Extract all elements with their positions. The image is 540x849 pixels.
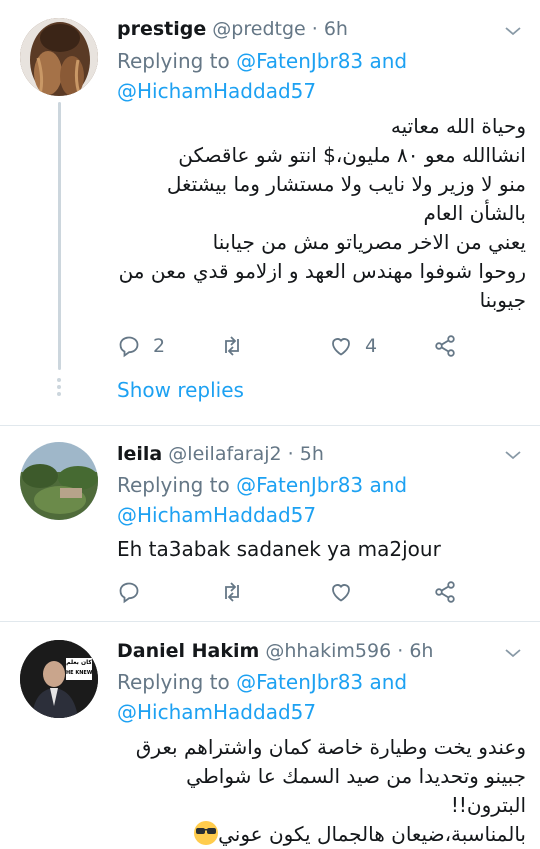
tweet-prestige[interactable]: prestige @predtge · 6h Replying to @Fate…	[0, 0, 540, 425]
share-icon	[435, 335, 455, 357]
like-count: 4	[365, 335, 378, 357]
chevron-down-icon[interactable]	[504, 22, 522, 40]
sunglasses-emoji-icon	[194, 821, 219, 845]
thread-line	[58, 102, 61, 370]
mention-link[interactable]: @FatenJbr83	[236, 670, 363, 694]
and-text: and	[363, 473, 408, 497]
tweet-body: وعندو يخت وطيارة خاصة كمان واشتراهم بعرق…	[117, 733, 526, 849]
separator-dot: ·	[311, 18, 318, 40]
tweet-line: يعني من الاخر مصرياتو مش من جيابنا	[212, 230, 526, 254]
replying-prefix: Replying to	[117, 670, 237, 694]
replying-to: Replying to @FatenJbr83 and @HichamHadda…	[117, 667, 527, 727]
tweet-line: بالمناسبة،ضيعان هالجمال يكون عوني	[117, 820, 526, 849]
avatar-caption-en: HE KNEW	[66, 670, 93, 676]
user-handle[interactable]: @leilafaraj2	[168, 443, 281, 465]
mention-link[interactable]: @HichamHaddad57	[117, 503, 316, 527]
retweet-button[interactable]	[220, 331, 244, 361]
retweet-button[interactable]	[220, 577, 244, 607]
display-name[interactable]: prestige	[117, 18, 206, 40]
tweet-leila[interactable]: leila @leilafaraj2 · 5h Replying to @Fat…	[0, 426, 540, 621]
mention-link[interactable]: @FatenJbr83	[236, 49, 363, 73]
retweet-icon	[225, 336, 239, 356]
user-handle[interactable]: @hhakim596	[265, 640, 391, 662]
tweet-line: وعندو يخت وطيارة خاصة كمان واشتراهم بعرق	[135, 735, 526, 759]
like-icon	[332, 584, 350, 602]
chevron-down-icon[interactable]	[504, 644, 522, 662]
tweet-actions: 2 4	[117, 331, 527, 361]
like-button[interactable]: 4	[329, 331, 377, 361]
display-name[interactable]: Daniel Hakim	[117, 640, 259, 662]
show-replies-link[interactable]: Show replies	[117, 378, 244, 402]
tweet-header: leila @leilafaraj2 · 5h	[117, 443, 324, 465]
thread-dots	[57, 378, 62, 399]
reply-icon	[119, 582, 139, 604]
timestamp[interactable]: 6h	[409, 640, 433, 662]
mention-link[interactable]: @HichamHaddad57	[117, 79, 316, 103]
reply-button[interactable]	[117, 577, 141, 607]
mention-link[interactable]: @HichamHaddad57	[117, 700, 316, 724]
tweet-body: وحياة الله معاتيه انشاالله معو ٨٠ مليون،…	[117, 112, 526, 315]
avatar-daniel-hakim[interactable]: كان بعلم HE KNEW	[20, 640, 98, 718]
mention-link[interactable]: @FatenJbr83	[236, 473, 363, 497]
separator-dot: ·	[287, 443, 294, 465]
display-name[interactable]: leila	[117, 443, 162, 465]
share-button[interactable]	[433, 577, 457, 607]
tweet-header: prestige @predtge · 6h	[117, 18, 348, 40]
tweet-line: روحوا شوفوا مهندس العهد و ازلامو قدي معن…	[118, 259, 526, 312]
and-text: and	[363, 670, 408, 694]
tweet-header: Daniel Hakim @hhakim596 · 6h	[117, 640, 433, 662]
user-handle[interactable]: @predtge	[212, 18, 305, 40]
tweet-daniel-hakim[interactable]: كان بعلم HE KNEW Daniel Hakim @hhakim596…	[0, 622, 540, 846]
and-text: and	[363, 49, 408, 73]
reply-button[interactable]: 2	[117, 331, 165, 361]
avatar-caption-ar: كان بعلم	[66, 659, 92, 666]
tweet-line: انشاالله معو ٨٠ مليون،$ انتو شو عاقصكن	[178, 143, 526, 167]
chevron-down-icon[interactable]	[504, 446, 522, 464]
tweet-line-text: بالمناسبة،ضيعان هالجمال يكون عوني	[218, 822, 526, 846]
like-button[interactable]	[329, 577, 353, 607]
avatar-image	[20, 640, 98, 718]
avatar-image	[20, 442, 98, 520]
share-icon	[435, 581, 455, 603]
like-icon	[332, 338, 350, 356]
timestamp[interactable]: 6h	[324, 18, 348, 40]
separator-dot: ·	[397, 640, 404, 662]
replying-to: Replying to @FatenJbr83 and @HichamHadda…	[117, 46, 527, 106]
tweet-line: منو لا وزير ولا نايب ولا مستشار وما بيشت…	[166, 172, 526, 225]
timestamp[interactable]: 5h	[300, 443, 324, 465]
replying-prefix: Replying to	[117, 473, 237, 497]
tweet-body: Eh ta3abak sadanek ya ma2jour	[117, 537, 441, 561]
avatar-prestige[interactable]	[20, 18, 98, 96]
share-button[interactable]	[433, 331, 457, 361]
avatar-image	[20, 18, 98, 96]
reply-count: 2	[153, 335, 166, 357]
tweet-line: وحياة الله معاتيه	[390, 114, 526, 138]
retweet-icon	[225, 582, 239, 602]
avatar-leila[interactable]	[20, 442, 98, 520]
replying-prefix: Replying to	[117, 49, 237, 73]
tweet-line: جبينو وتحديدا من صيد السمك عا شواطي البت…	[186, 764, 526, 817]
tweet-actions	[117, 577, 527, 607]
replying-to: Replying to @FatenJbr83 and @HichamHadda…	[117, 470, 527, 530]
reply-icon	[119, 336, 139, 358]
